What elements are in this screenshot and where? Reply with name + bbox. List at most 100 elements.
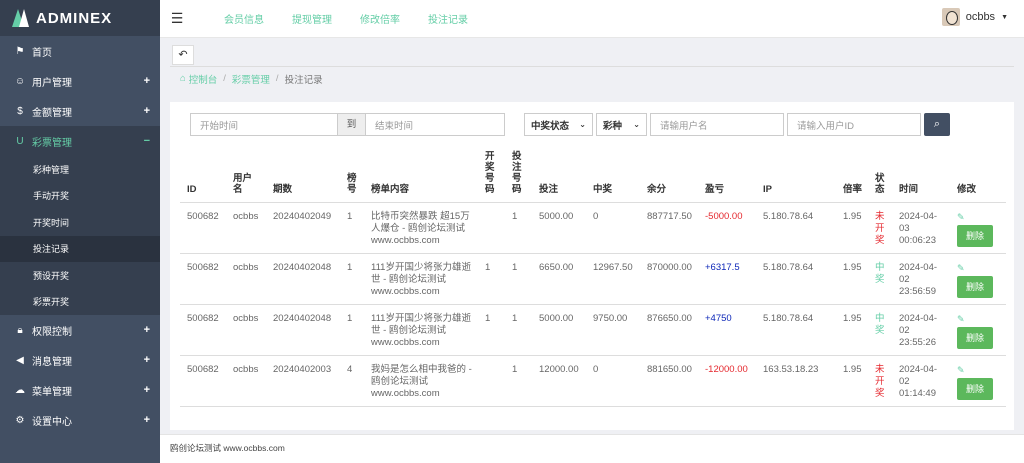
cell-bang: 1	[340, 202, 364, 254]
edit-icon[interactable]: ✎	[957, 211, 1003, 223]
cell-time: 2024-04-03 00:06:23	[892, 202, 950, 254]
cell-id: 500682	[180, 355, 226, 407]
cell-win: 0	[586, 202, 640, 254]
cell-rate: 1.95	[836, 355, 868, 407]
cell-period: 20240402003	[266, 355, 340, 407]
sidebar-item-permissions[interactable]: 🔒︎ 权限控制 +	[0, 315, 160, 345]
cell-status: 中奖	[868, 304, 892, 356]
edit-icon[interactable]: ✎	[957, 262, 1003, 274]
sidebar-item-settings[interactable]: ⚙ 设置中心 +	[0, 405, 160, 435]
col-open: 开奖号码	[478, 147, 505, 203]
cell-rate: 1.95	[836, 202, 868, 254]
expand-icon: +	[143, 105, 150, 117]
sub-item-bet-records[interactable]: 投注记录	[0, 235, 160, 262]
sidebar-item-lottery[interactable]: U 彩票管理 −	[0, 126, 160, 156]
toplink-withdraw[interactable]: 提现管理	[292, 11, 332, 26]
sidebar-item-label: 消息管理	[32, 356, 72, 368]
delete-button[interactable]: 删除	[957, 225, 994, 247]
sidebar-submenu: 彩种管理 手动开奖 开奖时间 投注记录 预设开奖 彩票开奖	[0, 156, 160, 315]
cell-edit: ✎ 删除	[950, 253, 1006, 305]
sidebar-item-menus[interactable]: ☁ 菜单管理 +	[0, 375, 160, 405]
cell-balance: 876650.00	[640, 304, 698, 356]
lottery-select[interactable]: 彩种 ⌄	[596, 113, 647, 136]
brand-name: ADMINEX	[36, 9, 113, 27]
cell-balance: 887717.50	[640, 202, 698, 254]
sidebar-item-home[interactable]: ⚑ 首页	[0, 36, 160, 66]
cell-edit: ✎ 删除	[950, 304, 1006, 356]
cell-open	[478, 202, 505, 254]
sidebar-item-users[interactable]: ☺ 用户管理 +	[0, 66, 160, 96]
table-header-row: ID 用户名 期数 榜号 榜单内容 开奖号码 投注号码 投注 中奖 余分 盈亏 …	[180, 147, 1006, 203]
dollar-icon: $	[17, 105, 23, 117]
to-label: 到	[338, 113, 365, 136]
table-row: 500682 ocbbs 20240402049 1 比特币突然暴跌 超15万人…	[180, 202, 1006, 254]
cell-bet: 5000.00	[532, 304, 586, 356]
sidebar-item-label: 权限控制	[32, 326, 72, 338]
sub-item-lottery-types[interactable]: 彩种管理	[0, 156, 160, 183]
brand-logo[interactable]: ADMINEX	[0, 0, 160, 36]
delete-button[interactable]: 删除	[957, 378, 994, 400]
brand-mark-icon	[12, 7, 30, 29]
cell-bet: 6650.00	[532, 253, 586, 305]
back-arrow-icon: ↶	[178, 49, 188, 61]
cell-edit: ✎ 删除	[950, 355, 1006, 407]
cell-user: ocbbs	[226, 355, 266, 407]
cell-ip: 5.180.78.64	[756, 253, 836, 305]
cell-bet-no: 1	[505, 202, 532, 254]
footer: 鸥创论坛测试 www.ocbbs.com	[160, 434, 1024, 463]
top-bar: ☰ 会员信息 提现管理 修改倍率 投注记录 ocbbs ▼	[160, 0, 1024, 38]
end-time-input[interactable]: 结束时间	[365, 113, 505, 136]
cell-profit: -5000.00	[698, 202, 756, 254]
start-time-input[interactable]: 开始时间	[190, 113, 338, 136]
menu-toggle-icon[interactable]: ☰	[162, 10, 192, 27]
delete-button[interactable]: 删除	[957, 276, 994, 298]
toplink-member-info[interactable]: 会员信息	[224, 11, 264, 26]
cell-edit: ✎ 删除	[950, 202, 1006, 254]
sidebar-item-messages[interactable]: ◀ 消息管理 +	[0, 345, 160, 375]
sub-item-preset-draw[interactable]: 预设开奖	[0, 262, 160, 289]
home-icon: ⌂	[180, 73, 186, 84]
edit-icon[interactable]: ✎	[957, 364, 1003, 376]
cell-bang: 1	[340, 304, 364, 356]
delete-button[interactable]: 删除	[957, 327, 994, 349]
toplink-modify-rate[interactable]: 修改倍率	[360, 11, 400, 26]
win-status-value: 中奖状态	[531, 120, 570, 132]
cell-bet-no: 1	[505, 253, 532, 305]
sub-item-manual-draw[interactable]: 手动开奖	[0, 183, 160, 210]
user-menu[interactable]: ocbbs ▼	[941, 8, 1008, 26]
cell-user: ocbbs	[226, 202, 266, 254]
userid-input[interactable]: 请输入用户ID	[787, 113, 921, 136]
chevron-down-icon: ⌄	[633, 120, 640, 129]
sidebar: ADMINEX ⚑ 首页 ☺ 用户管理 + $ 金额管理 + U 彩票管理 − …	[0, 0, 160, 463]
search-button[interactable]: ⌕	[924, 113, 950, 136]
breadcrumb-section[interactable]: 彩票管理	[232, 72, 270, 86]
flag-icon: ⚑	[15, 45, 25, 57]
caret-down-icon: ▼	[1001, 13, 1008, 21]
edit-icon[interactable]: ✎	[957, 313, 1003, 325]
sub-item-lottery-draw[interactable]: 彩票开奖	[0, 289, 160, 316]
cell-content: 我妈是怎么相中我爸的 - 鸥创论坛测试 www.ocbbs.com	[364, 355, 478, 407]
win-status-select[interactable]: 中奖状态 ⌄	[524, 113, 593, 136]
cell-win: 9750.00	[586, 304, 640, 356]
gear-icon: ⚙	[15, 414, 25, 426]
cell-time: 2024-04-02 01:14:49	[892, 355, 950, 407]
cell-bet: 12000.00	[532, 355, 586, 407]
cell-ip: 5.180.78.64	[756, 304, 836, 356]
back-button[interactable]: ↶	[172, 45, 194, 65]
cell-win: 12967.50	[586, 253, 640, 305]
sub-item-draw-time[interactable]: 开奖时间	[0, 209, 160, 236]
col-bet: 投注	[532, 147, 586, 203]
cell-content: 111岁开国少将张力雄逝世 - 鸥创论坛测试 www.ocbbs.com	[364, 253, 478, 305]
toplink-bet-records[interactable]: 投注记录	[428, 11, 468, 26]
expand-icon: +	[143, 354, 150, 366]
sidebar-item-money[interactable]: $ 金额管理 +	[0, 96, 160, 126]
breadcrumb-home[interactable]: 控制台	[189, 72, 218, 86]
cell-period: 20240402048	[266, 304, 340, 356]
filter-bar: 开始时间 到 结束时间 中奖状态 ⌄ 彩种 ⌄ 请输用户名 请输入用户ID ⌕	[190, 113, 950, 136]
username-input[interactable]: 请输用户名	[650, 113, 784, 136]
cell-time: 2024-04-02 23:56:59	[892, 253, 950, 305]
cell-period: 20240402048	[266, 253, 340, 305]
breadcrumb-separator: /	[275, 73, 279, 84]
cell-bet-no: 1	[505, 304, 532, 356]
chevron-down-icon: ⌄	[579, 120, 586, 129]
